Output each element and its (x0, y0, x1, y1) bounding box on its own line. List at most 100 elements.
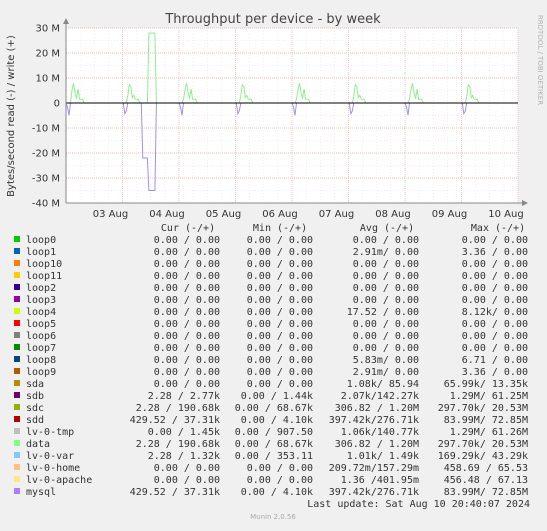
legend-value-min: 0.00 / 0.00 (247, 247, 313, 258)
y-tick-label: 10 M (35, 74, 60, 85)
legend-value-avg: 0.00 / 0.00 (353, 343, 419, 354)
legend-value-min: 0.00 / 0.00 (247, 331, 313, 342)
legend-swatch (14, 344, 20, 350)
legend-value-max: 83.99M/ 72.85M (444, 487, 528, 498)
x-tick-label: 03 Aug (93, 209, 128, 220)
legend-value-max: 0.00 / 0.00 (462, 295, 528, 306)
legend-value-max: 6.71 / 0.00 (462, 355, 528, 366)
legend-value-avg: 209.72m/157.29m (329, 463, 419, 474)
legend-swatch (14, 308, 20, 314)
legend-value-min: 0.00 / 0.00 (247, 235, 313, 246)
legend-value-avg: 1.06k/140.77k (341, 427, 419, 438)
legend-value-min: 0.00 / 68.67k (235, 439, 313, 450)
legend-name: loop6 (26, 331, 56, 342)
legend-value-min: 0.00 / 353.11 (235, 451, 313, 462)
legend-value-avg: 5.83m/ 0.00 (353, 355, 419, 366)
legend-value-avg: 0.00 / 0.00 (353, 319, 419, 330)
legend-value-avg: 17.52 / 0.00 (347, 307, 419, 318)
legend-swatch (14, 356, 20, 362)
legend-value-avg: 1.08k/ 85.94 (347, 379, 419, 390)
legend-value-min: 0.00 / 1.44k (241, 391, 313, 402)
legend-header-max: Max (-/+) (471, 223, 525, 234)
legend-swatch (14, 404, 20, 410)
legend-value-min: 0.00 / 0.00 (247, 475, 313, 486)
legend-name: loop9 (26, 367, 56, 378)
legend-value-cur: 2.28 / 190.68k (136, 403, 220, 414)
legend-value-cur: 0.00 / 0.00 (154, 475, 220, 486)
legend-swatch (14, 416, 20, 422)
legend-name: loop3 (26, 295, 56, 306)
legend-value-cur: 0.00 / 0.00 (154, 295, 220, 306)
legend-swatch (14, 392, 20, 398)
legend-swatch (14, 380, 20, 386)
x-tick-label: 09 Aug (432, 209, 467, 220)
rrdtool-watermark: RRDTOOL / TOBI OETIKER (536, 15, 544, 105)
legend-value-min: 0.00 / 0.00 (247, 271, 313, 282)
legend-value-min: 0.00 / 0.00 (247, 295, 313, 306)
legend-swatch (14, 236, 20, 242)
legend-name: sdd (26, 415, 44, 426)
y-tick-label: -20 M (32, 149, 60, 160)
legend-header-cur: Cur (-/+) (161, 223, 215, 234)
legend-value-min: 0.00 / 0.00 (247, 283, 313, 294)
legend-value-min: 0.00 / 68.67k (235, 403, 313, 414)
legend-name: lv-0-tmp (26, 427, 74, 438)
legend-name: loop4 (26, 307, 56, 318)
legend-value-max: 83.99M/ 72.85M (444, 415, 528, 426)
legend-swatch (14, 368, 20, 374)
y-tick-label: 20 M (35, 49, 60, 60)
legend-value-avg: 397.42k/276.71k (329, 487, 419, 498)
legend-value-max: 1.29M/ 61.26M (450, 427, 528, 438)
legend-value-cur: 429.52 / 37.31k (130, 415, 220, 426)
legend-value-cur: 0.00 / 0.00 (154, 235, 220, 246)
legend-swatch (14, 332, 20, 338)
legend-swatch (14, 296, 20, 302)
legend-value-cur: 2.28 / 2.77k (148, 391, 220, 402)
throughput-chart: Throughput per device - by week Bytes/se… (0, 0, 547, 527)
x-tick-label: 05 Aug (206, 209, 241, 220)
chart-title: Throughput per device - by week (164, 12, 381, 27)
legend-value-max: 0.00 / 0.00 (462, 319, 528, 330)
legend-value-min: 0.00 / 907.50 (235, 427, 313, 438)
legend-value-avg: 0.00 / 0.00 (353, 235, 419, 246)
legend-swatch (14, 248, 20, 254)
legend-swatch (14, 476, 20, 482)
legend-swatch (14, 464, 20, 470)
legend-value-max: 3.36 / 0.00 (462, 247, 528, 258)
legend-value-max: 3.36 / 0.00 (462, 367, 528, 378)
legend-value-cur: 0.00 / 0.00 (154, 331, 220, 342)
legend-value-max: 0.00 / 0.00 (462, 259, 528, 270)
legend-value-avg: 0.00 / 0.00 (353, 295, 419, 306)
legend-name: sdc (26, 403, 44, 414)
legend-value-avg: 2.91m/ 0.00 (353, 247, 419, 258)
legend-swatch (14, 260, 20, 266)
legend-value-cur: 0.00 / 0.00 (154, 307, 220, 318)
legend-value-max: 8.12k/ 0.00 (462, 307, 528, 318)
legend-swatch (14, 428, 20, 434)
legend-swatch (14, 284, 20, 290)
legend-value-max: 1.29M/ 61.25M (450, 391, 528, 402)
legend-value-cur: 0.00 / 0.00 (154, 247, 220, 258)
legend-value-cur: 0.00 / 0.00 (154, 343, 220, 354)
legend-value-min: 0.00 / 0.00 (247, 259, 313, 270)
legend-value-max: 458.69 / 65.53 (444, 463, 528, 474)
legend-value-cur: 0.00 / 0.00 (154, 271, 220, 282)
legend-value-min: 0.00 / 0.00 (247, 463, 313, 474)
legend-value-max: 0.00 / 0.00 (462, 331, 528, 342)
legend-value-avg: 397.42k/276.71k (329, 415, 419, 426)
legend-value-cur: 0.00 / 0.00 (154, 355, 220, 366)
munin-version: Munin 2.0.56 (250, 513, 296, 521)
legend-value-max: 65.99k/ 13.35k (444, 379, 528, 390)
y-axis-label: Bytes/second read (-) / write (+) (6, 35, 17, 197)
legend-value-cur: 429.52 / 37.31k (130, 487, 220, 498)
legend-value-max: 456.48 / 67.13 (444, 475, 528, 486)
legend-value-avg: 0.00 / 0.00 (353, 283, 419, 294)
legend-name: loop11 (26, 271, 62, 282)
y-tick-label: 30 M (35, 24, 60, 35)
legend-name: lv-0-home (26, 463, 80, 474)
legend-value-avg: 1.01k/ 1.49k (347, 451, 419, 462)
legend-value-min: 0.00 / 0.00 (247, 307, 313, 318)
legend-value-max: 297.70k/ 20.53M (438, 439, 528, 450)
legend-name: lv-0-var (26, 451, 74, 462)
legend-value-min: 0.00 / 0.00 (247, 319, 313, 330)
